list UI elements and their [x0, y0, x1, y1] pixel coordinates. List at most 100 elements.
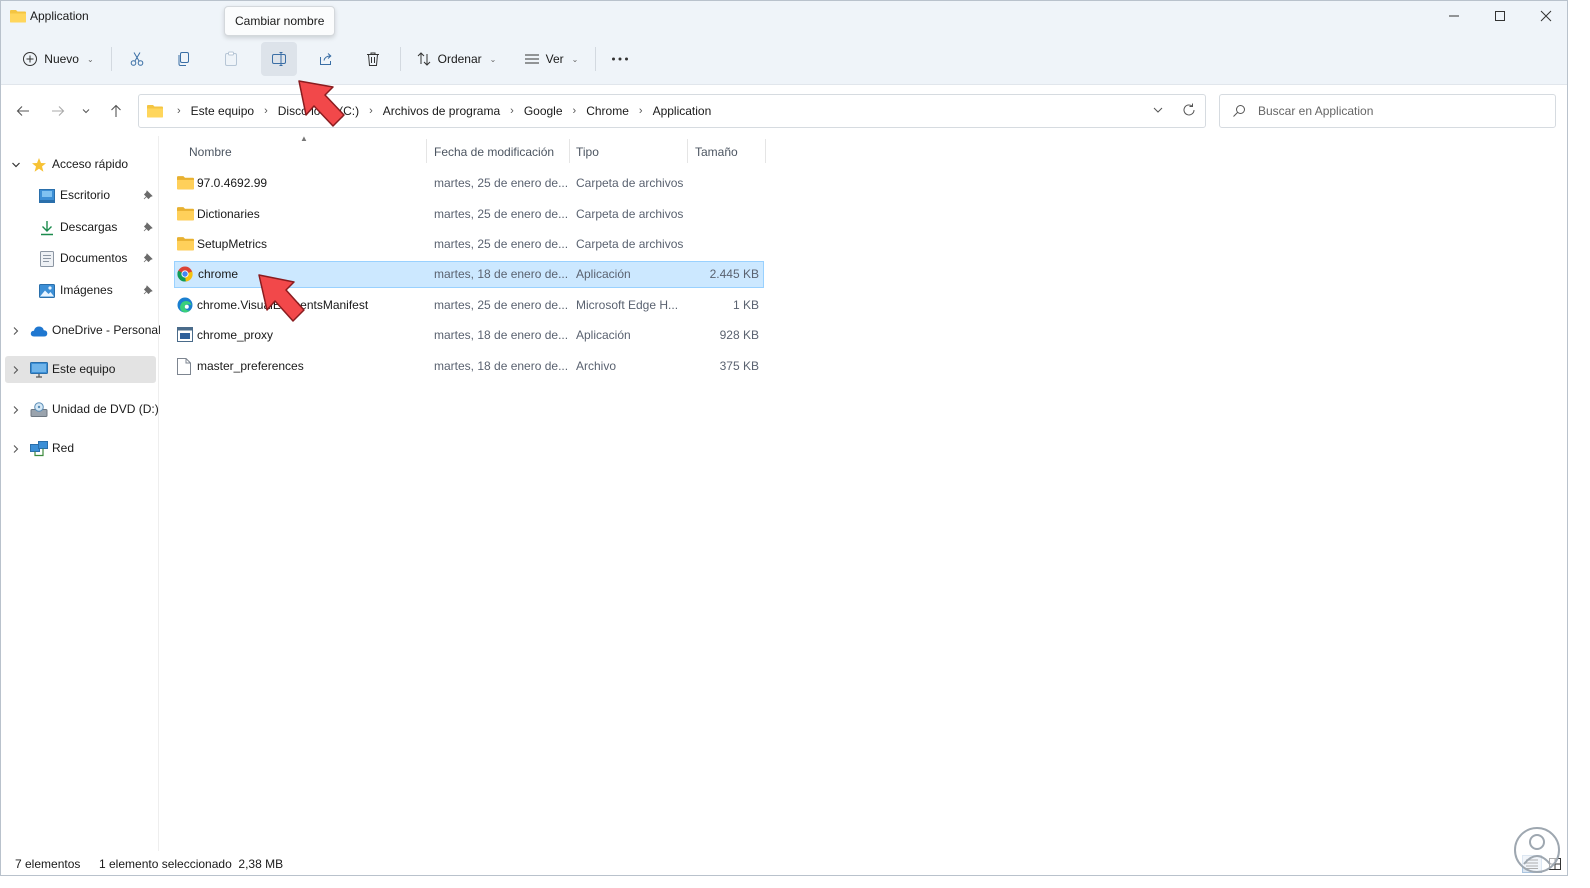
breadcrumb-application[interactable]: Application: [650, 104, 715, 118]
sidebar-item-label: Escritorio: [60, 188, 111, 202]
minimize-button[interactable]: [1431, 1, 1477, 31]
back-button[interactable]: [11, 99, 35, 123]
column-divider[interactable]: [765, 139, 766, 163]
close-button[interactable]: [1523, 1, 1567, 31]
breadcrumb-separator: ›: [369, 105, 373, 117]
sort-button[interactable]: Ordenar ⌄: [409, 42, 503, 76]
file-row[interactable]: master_preferences martes, 18 de enero d…: [174, 353, 764, 380]
file-explorer-window: Application Nuevo ⌄ Ordenar ⌄ Ver ⌄ Camb…: [0, 0, 1568, 876]
sidebar-item-dvd[interactable]: Unidad de DVD (D:): [5, 396, 159, 423]
file-type: Aplicación: [576, 267, 631, 281]
address-history-button[interactable]: [1151, 103, 1165, 120]
chevron-down-icon[interactable]: [11, 159, 21, 173]
file-date: martes, 25 de enero de...: [434, 176, 569, 190]
more-options-button[interactable]: [603, 42, 637, 76]
arrow-up-icon: [111, 104, 121, 117]
rename-button[interactable]: [261, 42, 297, 76]
breadcrumb-google[interactable]: Google: [521, 104, 566, 118]
column-header-type[interactable]: Tipo: [570, 139, 686, 165]
file-date: martes, 25 de enero de...: [434, 237, 569, 251]
new-button[interactable]: Nuevo ⌄: [15, 42, 101, 76]
file-row[interactable]: SetupMetrics martes, 25 de enero de... C…: [174, 231, 764, 258]
sidebar-item-label: Unidad de DVD (D:): [52, 402, 159, 416]
search-icon: [1232, 104, 1246, 121]
file-size: 2.445 KB: [709, 267, 759, 281]
pin-icon: [143, 284, 153, 298]
pointer-arrow-icon: [298, 80, 345, 127]
sidebar-item-label: Este equipo: [52, 362, 116, 376]
chevron-down-icon: ⌄: [489, 54, 497, 64]
file-row[interactable]: Dictionaries martes, 25 de enero de... C…: [174, 201, 764, 228]
rename-icon: [272, 52, 286, 66]
file-type: Carpeta de archivos: [576, 237, 684, 251]
breadcrumb-este-equipo[interactable]: Este equipo: [188, 104, 257, 118]
sidebar-item-documentos[interactable]: Documentos: [5, 245, 156, 272]
refresh-button[interactable]: [1181, 102, 1197, 121]
sidebar-item-label: OneDrive - Personal: [52, 323, 161, 337]
folder-icon: [177, 206, 194, 222]
pin-icon: [143, 189, 153, 203]
breadcrumb-separator: ›: [264, 105, 268, 117]
breadcrumb-separator: ›: [177, 105, 181, 117]
file-date: martes, 18 de enero de...: [434, 328, 569, 342]
chevron-right-icon[interactable]: [11, 325, 21, 339]
column-header-size[interactable]: Tamaño: [689, 139, 765, 165]
sidebar-item-este-equipo[interactable]: Este equipo: [5, 356, 156, 383]
column-divider[interactable]: [687, 139, 688, 163]
sidebar-item-label: Documentos: [60, 251, 128, 265]
copy-button[interactable]: [167, 42, 201, 76]
arrow-right-icon: [52, 106, 65, 116]
view-label: Ver: [545, 52, 564, 66]
toolbar-divider: [400, 47, 401, 71]
file-row[interactable]: 97.0.4692.99 martes, 25 de enero de... C…: [174, 170, 764, 197]
column-divider[interactable]: [426, 139, 427, 163]
arrow-left-icon: [16, 106, 29, 116]
sidebar-item-red[interactable]: Red: [5, 435, 156, 462]
recent-locations-button[interactable]: [76, 99, 96, 123]
chevron-right-icon[interactable]: [11, 443, 21, 457]
search-box[interactable]: [1219, 94, 1556, 128]
file-type: Aplicación: [576, 328, 631, 342]
chevron-down-icon: ⌄: [86, 54, 94, 64]
pictures-icon: [38, 282, 56, 299]
file-type: Carpeta de archivos: [576, 207, 684, 221]
breadcrumb-archivos-de-programa[interactable]: Archivos de programa: [380, 104, 503, 118]
chrome-icon: [177, 266, 194, 282]
maximize-button[interactable]: [1477, 1, 1523, 31]
cloud-icon: [30, 322, 48, 339]
up-button[interactable]: [104, 99, 128, 123]
sidebar-item-imagenes[interactable]: Imágenes: [5, 277, 156, 304]
file-name: 97.0.4692.99: [197, 176, 268, 190]
more-icon: [612, 57, 628, 61]
folder-icon: [177, 175, 194, 191]
edge-icon: [177, 297, 194, 313]
paste-icon: [225, 51, 237, 66]
column-header-date[interactable]: Fecha de modificación: [428, 139, 568, 165]
add-icon: [23, 52, 38, 66]
cut-button[interactable]: [120, 42, 154, 76]
sidebar-item-label: Acceso rápido: [52, 157, 129, 171]
sidebar-item-onedrive[interactable]: OneDrive - Personal: [5, 317, 161, 344]
view-button[interactable]: Ver ⌄: [517, 42, 585, 76]
chevron-right-icon[interactable]: [11, 364, 21, 378]
sidebar-item-escritorio[interactable]: Escritorio: [5, 182, 156, 209]
sidebar-item-quick-access[interactable]: Acceso rápido: [5, 151, 156, 178]
file-name: chrome_proxy: [197, 328, 274, 342]
folder-icon: [177, 236, 194, 252]
file-name: SetupMetrics: [197, 237, 268, 251]
copy-icon: [178, 52, 189, 66]
file-date: martes, 25 de enero de...: [434, 298, 569, 312]
search-input[interactable]: [1258, 102, 1538, 120]
paste-button[interactable]: [214, 42, 248, 76]
toolbar-divider: [111, 47, 112, 71]
delete-button[interactable]: [356, 42, 390, 76]
desktop-icon: [38, 187, 56, 204]
chevron-right-icon[interactable]: [11, 404, 21, 418]
file-type: Archivo: [576, 359, 617, 373]
breadcrumb-chrome[interactable]: Chrome: [583, 104, 632, 118]
forward-button[interactable]: [46, 99, 70, 123]
dvd-drive-icon: [30, 401, 48, 418]
share-button[interactable]: [309, 42, 343, 76]
sidebar-item-descargas[interactable]: Descargas: [5, 214, 156, 241]
sidebar-item-label: Descargas: [60, 220, 118, 234]
